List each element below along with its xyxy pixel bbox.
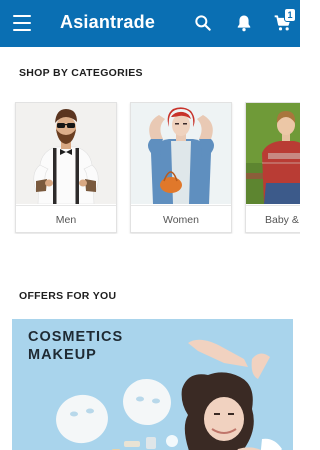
menu-button[interactable] [12, 13, 32, 33]
women-category-image [131, 103, 231, 204]
offer-banner-cosmetics[interactable]: COSMETICS MAKEUP [12, 319, 293, 450]
bell-icon [237, 15, 251, 32]
baby-category-image [246, 103, 300, 204]
search-icon [195, 15, 211, 31]
offer-title-line2: MAKEUP [28, 347, 97, 363]
category-label-baby: Baby & [246, 205, 300, 233]
notifications-button[interactable] [234, 13, 254, 33]
category-card-baby[interactable]: Baby & [245, 102, 300, 233]
cart-count-badge: 1 [284, 8, 296, 22]
search-button[interactable] [193, 13, 213, 33]
offer-title-line1: COSMETICS [28, 329, 124, 345]
categories-heading: SHOP BY CATEGORIES [19, 67, 143, 79]
category-card-men[interactable]: Men [15, 102, 117, 233]
categories-carousel[interactable]: Men Women Baby & [0, 102, 300, 234]
app-title: Asiantrade [60, 12, 156, 32]
category-label-men: Men [16, 205, 116, 233]
app-screen: Asiantrade 1 SHOP BY CATEGORIES Men Wome… [0, 0, 300, 450]
top-app-bar: Asiantrade 1 [0, 0, 300, 47]
category-card-women[interactable]: Women [130, 102, 232, 233]
men-category-image [16, 103, 116, 204]
menu-icon [13, 15, 31, 17]
category-label-women: Women [131, 205, 231, 233]
offers-heading: OFFERS FOR YOU [19, 290, 117, 302]
